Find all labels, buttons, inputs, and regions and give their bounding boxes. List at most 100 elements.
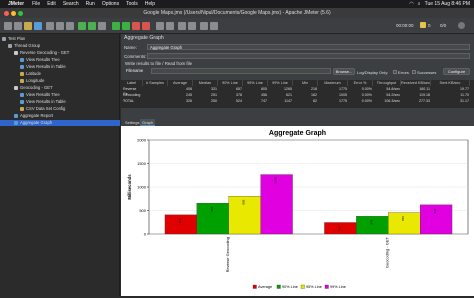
column-header[interactable]: Average — [168, 80, 193, 86]
stop-icon[interactable] — [132, 22, 140, 30]
table-cell: 54.8/sec — [386, 87, 400, 91]
tree-node[interactable]: Reverse Geocoding - GET — [14, 50, 69, 56]
save-icon[interactable] — [34, 22, 42, 30]
column-header[interactable]: 99% Line — [268, 80, 293, 86]
column-header[interactable]: # Samples — [143, 80, 168, 86]
templates-icon[interactable] — [14, 22, 22, 30]
table-cell: 326 — [186, 99, 192, 103]
column-header[interactable]: Maximum — [318, 80, 348, 86]
start-icon[interactable] — [112, 22, 120, 30]
legend-swatch — [252, 284, 257, 289]
column-header[interactable]: Min — [293, 80, 318, 86]
table-cell: 218 — [311, 87, 317, 91]
clear-all-icon[interactable] — [166, 22, 174, 30]
column-header[interactable]: Label — [121, 80, 143, 86]
menu-file[interactable]: File — [32, 1, 40, 7]
search-icon[interactable]: ⌕ — [418, 1, 421, 7]
macos-menubar: JMeter File Edit Search Run Options Tool… — [0, 0, 474, 8]
write-results-legend: Write results to file / Read from file — [125, 61, 193, 66]
category-label: Reverse Geocoding — [225, 237, 230, 272]
main-toolbar: 00:00:00 0 0/0 — [0, 18, 474, 34]
table-cell: 378 — [236, 93, 242, 97]
y-tick-label: 2000 — [137, 138, 147, 143]
table-cell — [143, 93, 168, 98]
table-cell: 657 — [236, 87, 242, 91]
comments-field[interactable] — [147, 53, 470, 59]
search-tree-icon[interactable] — [178, 22, 186, 30]
tree-node[interactable]: View Results in Table — [20, 99, 66, 105]
tab-graph[interactable]: Graph — [140, 119, 156, 126]
column-header[interactable]: 95% Line — [243, 80, 268, 86]
help-icon[interactable] — [210, 22, 218, 30]
menu-edit[interactable]: Edit — [47, 1, 56, 7]
tree-node[interactable]: View Results in Table — [20, 64, 66, 70]
tree-node-selected[interactable]: Aggregate Graph — [0, 120, 120, 126]
name-field[interactable]: Aggregate Graph — [147, 44, 470, 50]
table-cell: 0.00% — [361, 93, 372, 97]
table-row[interactable]: Geocoding ... 245 251 378 456 621 162 1005 0.00%… — [121, 93, 474, 102]
tree-node[interactable]: Geocoding - GET — [14, 85, 53, 91]
tree-node[interactable]: CSV Data Set Config — [20, 106, 65, 112]
close-window-button[interactable] — [4, 11, 9, 16]
table-cell: 119.18 — [419, 93, 430, 97]
browse-button[interactable]: Browse... — [333, 68, 355, 75]
tree-node[interactable]: View Results Tree — [20, 92, 60, 98]
menu-run[interactable]: Run — [86, 1, 95, 7]
legend-label: Average — [258, 285, 272, 289]
aggregate-table: Label # Samples Average Median 90% Line 95% L… — [121, 80, 474, 108]
expand-icon[interactable] — [78, 22, 86, 30]
column-header[interactable]: Received KB/sec — [401, 80, 431, 86]
collapse-icon[interactable] — [88, 22, 96, 30]
tree-node[interactable]: Latitude — [20, 71, 41, 77]
cut-icon[interactable] — [46, 22, 54, 30]
tree-node[interactable]: Aggregate Report — [14, 113, 53, 119]
function-helper-icon[interactable] — [200, 22, 208, 30]
start-no-pauses-icon[interactable] — [122, 22, 130, 30]
menu-tools[interactable]: Tools — [126, 1, 138, 7]
column-header[interactable]: Error % — [348, 80, 373, 86]
listener-icon — [20, 92, 24, 97]
http-sampler-icon — [14, 50, 18, 55]
bar-value-label: 621 — [433, 208, 437, 213]
panel-heading: Aggregate Graph — [124, 35, 164, 41]
listener-icon — [20, 57, 24, 62]
tree-node[interactable]: Test Plan — [2, 36, 25, 42]
wifi-icon[interactable]: ◠ — [409, 1, 413, 7]
successes-checkbox[interactable] — [412, 70, 416, 74]
configure-button[interactable]: Configure — [443, 68, 470, 75]
listener-icon — [14, 113, 18, 118]
toggle-icon[interactable] — [98, 22, 106, 30]
tree-node[interactable]: Longitude — [20, 78, 44, 84]
new-icon[interactable] — [4, 22, 12, 30]
tree-node[interactable]: View Results Tree — [20, 57, 60, 63]
warning-icon[interactable] — [420, 22, 426, 28]
column-header[interactable]: Sent KB/sec — [431, 80, 470, 86]
app-name[interactable]: JMeter — [8, 1, 24, 7]
menu-help[interactable]: Help — [145, 1, 155, 7]
minimize-window-button[interactable] — [11, 11, 16, 16]
filename-field[interactable] — [151, 68, 331, 74]
errors-checkbox[interactable] — [393, 70, 397, 74]
column-header[interactable]: Throughput — [373, 80, 401, 86]
tab-settings[interactable]: Settings — [123, 119, 141, 126]
clock[interactable]: Tue 15 Aug 8:46 PM — [425, 1, 470, 7]
legend-swatch — [276, 284, 281, 289]
menu-search[interactable]: Search — [63, 1, 79, 7]
table-row[interactable]: Reverse Ge... 408 331 657 805 1265 218 1775 0.00… — [121, 87, 474, 96]
paste-icon[interactable] — [66, 22, 74, 30]
clear-icon[interactable] — [156, 22, 164, 30]
open-icon[interactable] — [24, 22, 32, 30]
zoom-window-button[interactable] — [18, 11, 23, 16]
reset-search-icon[interactable] — [188, 22, 196, 30]
column-header[interactable]: Median — [193, 80, 218, 86]
column-header[interactable]: 90% Line — [218, 80, 243, 86]
table-cell: 524 — [236, 99, 242, 103]
table-cell: 54.2/sec — [386, 93, 400, 97]
tree-node[interactable]: Thread Group — [8, 43, 40, 49]
menu-options[interactable]: Options — [102, 1, 119, 7]
table-cell: 11.70 — [460, 93, 469, 97]
legend-label: 95% Line — [306, 285, 322, 289]
shutdown-icon[interactable] — [142, 22, 150, 30]
table-row[interactable]: TOTAL 326 250 524 747 1147 82 1775 0.00% 106.3/se… — [121, 99, 474, 104]
copy-icon[interactable] — [56, 22, 64, 30]
